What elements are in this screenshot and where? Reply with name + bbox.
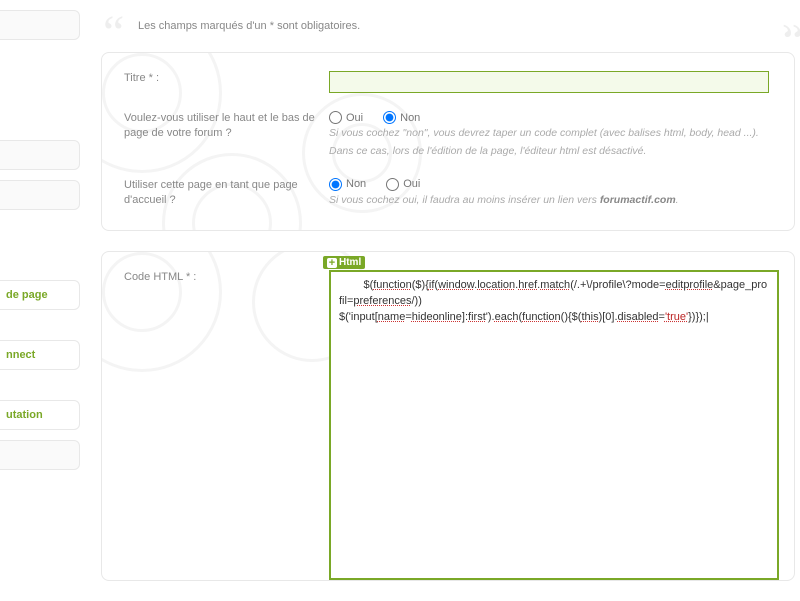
- use-header-no[interactable]: Non: [383, 111, 420, 124]
- sidebar-item[interactable]: [0, 440, 80, 470]
- editor-wrap: Html $(function($){if(window.location.hr…: [329, 270, 779, 580]
- code-label: Code HTML * :: [124, 270, 329, 580]
- code-editor[interactable]: $(function($){if(window.location.href.ma…: [329, 270, 779, 580]
- sidebar: de page nnect utation: [0, 0, 80, 600]
- homepage-hint: Si vous cochez oui, il faudra au moins i…: [329, 193, 772, 209]
- homepage-no[interactable]: Non: [329, 178, 366, 191]
- title-label: Titre * :: [124, 71, 329, 93]
- homepage-label: Utiliser cette page en tant que page d'a…: [124, 178, 329, 209]
- sidebar-item[interactable]: utation: [0, 400, 80, 430]
- code-panel: Code HTML * : Html $(function($){if(wind…: [101, 251, 795, 581]
- use-header-yes[interactable]: Oui: [329, 111, 363, 124]
- editor-tab-html[interactable]: Html: [323, 256, 365, 269]
- use-header-label: Voulez-vous utiliser le haut et le bas d…: [124, 111, 329, 160]
- radio-input[interactable]: [329, 178, 342, 191]
- radio-input[interactable]: [329, 111, 342, 124]
- title-input[interactable]: [329, 71, 769, 93]
- intro-text: Les champs marqués d'un * sont obligatoi…: [138, 20, 360, 32]
- main-content: “ Les champs marqués d'un * sont obligat…: [98, 0, 798, 601]
- homepage-yes[interactable]: Oui: [386, 178, 420, 191]
- sidebar-item[interactable]: nnect: [0, 340, 80, 370]
- sidebar-item[interactable]: [0, 10, 80, 40]
- sidebar-item[interactable]: [0, 180, 80, 210]
- use-header-hint1: Si vous cochez "non", vous devrez taper …: [329, 126, 772, 142]
- homepage-radio-group: Non Oui: [329, 178, 772, 191]
- radio-input[interactable]: [383, 111, 396, 124]
- sidebar-item[interactable]: de page: [0, 280, 80, 310]
- settings-panel: Titre * : Voulez-vous utiliser le haut e…: [101, 52, 795, 231]
- sidebar-item[interactable]: [0, 140, 80, 170]
- radio-input[interactable]: [386, 178, 399, 191]
- intro-bar: “ Les champs marqués d'un * sont obligat…: [98, 0, 798, 42]
- use-header-radio-group: Oui Non: [329, 111, 772, 124]
- use-header-hint2: Dans ce cas, lors de l'édition de la pag…: [329, 144, 772, 160]
